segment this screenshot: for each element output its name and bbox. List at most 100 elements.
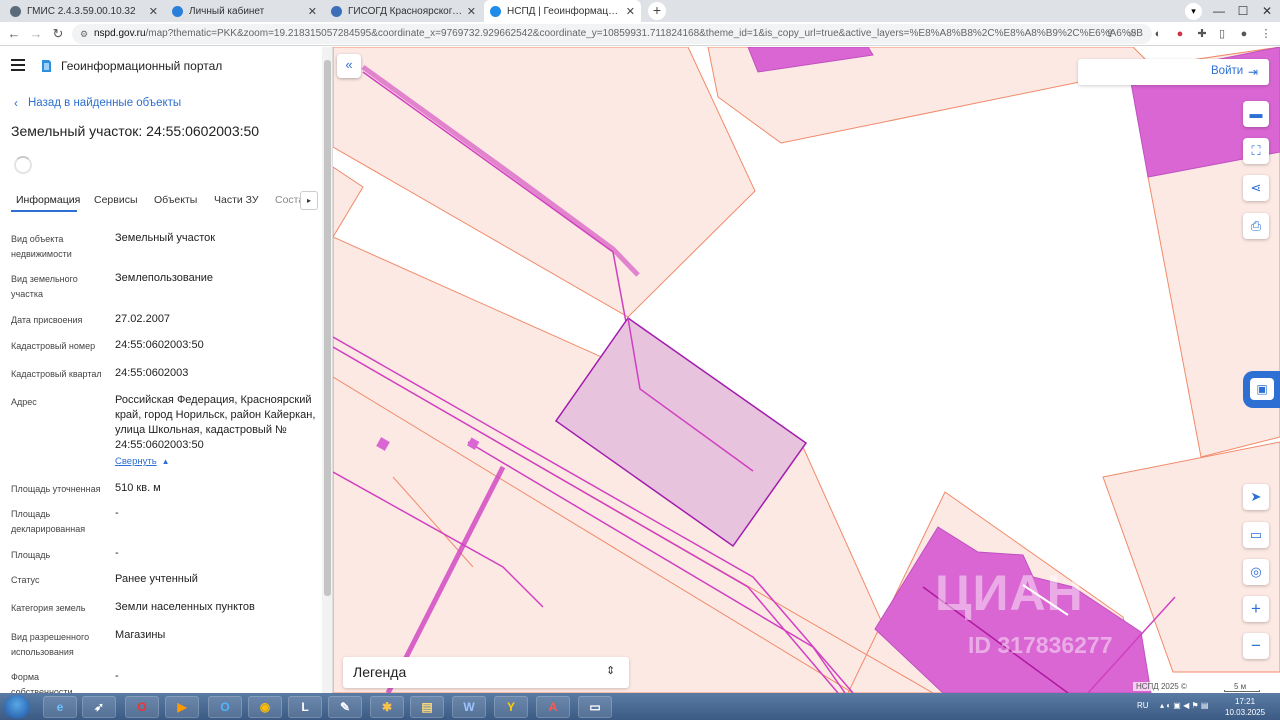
print-icon[interactable]: ⎙ bbox=[1243, 213, 1269, 239]
area-select-icon[interactable]: ⛶ bbox=[1243, 138, 1269, 164]
portal-title: Геоинформационный портал bbox=[61, 59, 223, 73]
prop-label-cadastral-quarter: Кадастровый квартал bbox=[11, 369, 102, 379]
portal-logo-icon bbox=[42, 60, 51, 72]
loading-spinner-icon bbox=[14, 156, 32, 174]
prop-label-land-category: Категория земель bbox=[11, 603, 86, 613]
app-l-icon[interactable]: L bbox=[288, 696, 322, 718]
tab-services[interactable]: Сервисы bbox=[94, 194, 138, 206]
watermark-text: ЦИАН bbox=[935, 565, 1084, 621]
prop-label-permitted-use: Вид разрешенного использования bbox=[11, 632, 90, 657]
tray-icons[interactable]: ▴ ◐ ▣ ◀ ⚑ ▤ bbox=[1160, 701, 1208, 710]
tab-search-icon[interactable]: ▾ bbox=[1185, 3, 1202, 20]
browser-tab-cabinet[interactable]: Личный кабинет ✕ bbox=[166, 0, 323, 22]
zoom-in-button[interactable]: + bbox=[1243, 596, 1269, 622]
browser-tab-gisogd[interactable]: ГИСОГД Красноярского края ✕ bbox=[325, 0, 482, 22]
active-tab-indicator bbox=[11, 210, 77, 212]
share-icon[interactable]: ⇪ bbox=[1102, 26, 1118, 42]
language-indicator[interactable]: RU bbox=[1137, 701, 1149, 710]
tabs-scroll-right-icon[interactable]: ▸ bbox=[300, 191, 318, 210]
chrome-icon[interactable]: ◉ bbox=[248, 696, 282, 718]
back-arrow-icon[interactable]: ← bbox=[6, 26, 22, 42]
prop-value-permitted-use: Магазины bbox=[115, 629, 166, 641]
map-canvas[interactable] bbox=[333, 47, 1280, 693]
zoom-out-button[interactable]: − bbox=[1243, 633, 1269, 659]
tab-parts[interactable]: Части ЗУ bbox=[214, 194, 259, 206]
explorer-icon[interactable]: ▤ bbox=[410, 696, 444, 718]
map-copyright: НСПД 2025 © bbox=[1133, 682, 1190, 691]
prop-label-object-type: Вид объекта недвижимости bbox=[11, 234, 72, 259]
ruler-icon[interactable]: ▬ bbox=[1243, 101, 1269, 127]
extension-icon[interactable]: ◐ bbox=[1150, 26, 1166, 42]
chevron-up-icon: ▲ bbox=[161, 457, 170, 466]
app-map-icon[interactable]: ✱ bbox=[370, 696, 404, 718]
object-title: Земельный участок: 24:55:0602003:50 bbox=[11, 123, 260, 139]
navigation-arrow-icon[interactable]: ➤ bbox=[1243, 484, 1269, 510]
geolocation-icon[interactable]: ◎ bbox=[1243, 559, 1269, 585]
tab-close-icon[interactable]: ✕ bbox=[467, 5, 476, 18]
prop-value-assign-date: 27.02.2007 bbox=[115, 313, 171, 325]
prop-value-status: Ранее учтенный bbox=[115, 573, 198, 585]
tab-close-icon[interactable]: ✕ bbox=[626, 5, 635, 18]
prop-label-address: Адрес bbox=[11, 397, 37, 407]
forward-arrow-icon[interactable]: → bbox=[28, 26, 44, 42]
login-button[interactable]: Войти bbox=[1211, 65, 1243, 77]
prop-label-assign-date: Дата присвоения bbox=[11, 315, 83, 325]
collapse-address-link[interactable]: Свернуть ▲ bbox=[115, 456, 170, 467]
new-tab-button[interactable]: + bbox=[648, 2, 666, 20]
outlook-icon[interactable]: O bbox=[208, 696, 242, 718]
ie-icon[interactable]: e bbox=[43, 696, 77, 718]
pdf-reader-icon[interactable]: A bbox=[536, 696, 570, 718]
side-panel-icon[interactable]: ▯ bbox=[1214, 26, 1230, 42]
parcel-left-strip[interactable] bbox=[333, 166, 364, 238]
browser-menu-icon[interactable]: ⋮ bbox=[1258, 26, 1274, 42]
prop-value-cadastral-quarter: 24:55:0602003 bbox=[115, 367, 189, 379]
cadastral-map[interactable] bbox=[333, 47, 1280, 693]
tab-information[interactable]: Информация bbox=[16, 194, 80, 206]
prop-value-cadastral-number: 24:55:0602003:50 bbox=[115, 339, 204, 351]
collapse-panel-button[interactable]: « bbox=[337, 54, 361, 78]
tab-close-icon[interactable]: ✕ bbox=[149, 5, 158, 18]
prop-label-parcel-type: Вид земельного участка bbox=[11, 274, 78, 299]
legend-title: Легенда bbox=[353, 664, 407, 680]
profile-icon[interactable]: ● bbox=[1236, 26, 1252, 42]
clock-time[interactable]: 17:21 bbox=[1235, 697, 1255, 706]
start-button-icon[interactable] bbox=[4, 695, 30, 719]
tab-favicon-icon bbox=[331, 5, 342, 17]
bookmark-star-icon[interactable]: ☆ bbox=[1124, 26, 1140, 42]
app-pen-icon[interactable]: ✎ bbox=[328, 696, 362, 718]
extension-red-icon[interactable]: ● bbox=[1172, 26, 1188, 42]
login-icon[interactable]: ⇥ bbox=[1248, 65, 1258, 79]
prop-value-area-declared: - bbox=[115, 507, 119, 519]
extensions-puzzle-icon[interactable]: ✚ bbox=[1194, 26, 1210, 42]
prop-value-parcel-type: Землепользование bbox=[115, 272, 214, 284]
prop-value-object-type: Земельный участок bbox=[115, 232, 216, 244]
browser-tab-nspd[interactable]: НСПД | Геоинформационный п ✕ bbox=[484, 0, 641, 22]
prop-value-area-refined: 510 кв. м bbox=[115, 482, 161, 494]
prop-value-address: Российская Федерация, Красноярский край,… bbox=[115, 394, 316, 451]
maximize-button[interactable]: ☐ bbox=[1231, 0, 1255, 22]
tab-close-icon[interactable]: ✕ bbox=[308, 5, 317, 18]
legend-expand-icon[interactable]: ⇕ bbox=[606, 664, 615, 677]
tab-favicon-icon bbox=[490, 5, 501, 17]
reload-icon[interactable]: ↻ bbox=[50, 26, 66, 42]
back-to-results-link[interactable]: ‹ Назад в найденные объекты bbox=[14, 96, 181, 110]
app-window-icon[interactable]: ▭ bbox=[578, 696, 612, 718]
panel-scrollbar-thumb[interactable] bbox=[324, 60, 331, 596]
share-map-icon[interactable]: ⋖ bbox=[1243, 175, 1269, 201]
word-icon[interactable]: W bbox=[452, 696, 486, 718]
basemap-icon[interactable]: ▭ bbox=[1243, 522, 1269, 548]
scale-bar bbox=[1224, 690, 1260, 692]
minimize-button[interactable]: — bbox=[1207, 0, 1231, 22]
hamburger-menu-icon[interactable] bbox=[11, 59, 25, 71]
bird-app-icon[interactable]: ➶ bbox=[82, 696, 116, 718]
close-window-button[interactable]: ✕ bbox=[1255, 0, 1279, 22]
opera-icon[interactable]: O bbox=[125, 696, 159, 718]
site-info-icon[interactable]: ⚙ bbox=[80, 24, 88, 44]
clock-date[interactable]: 10.03.2025 bbox=[1225, 708, 1265, 717]
browser-tab-gmis[interactable]: ГМИС 2.4.3.59.00.10.32 ✕ bbox=[4, 0, 164, 22]
screen-widget-icon[interactable]: ▣ bbox=[1250, 378, 1274, 400]
yandex-icon[interactable]: Y bbox=[494, 696, 528, 718]
media-player-icon[interactable]: ▶ bbox=[165, 696, 199, 718]
tab-objects[interactable]: Объекты bbox=[154, 194, 197, 206]
address-bar[interactable]: ⚙ nspd.gov.ru/map?thematic=PKK&zoom=19.2… bbox=[72, 24, 1152, 44]
